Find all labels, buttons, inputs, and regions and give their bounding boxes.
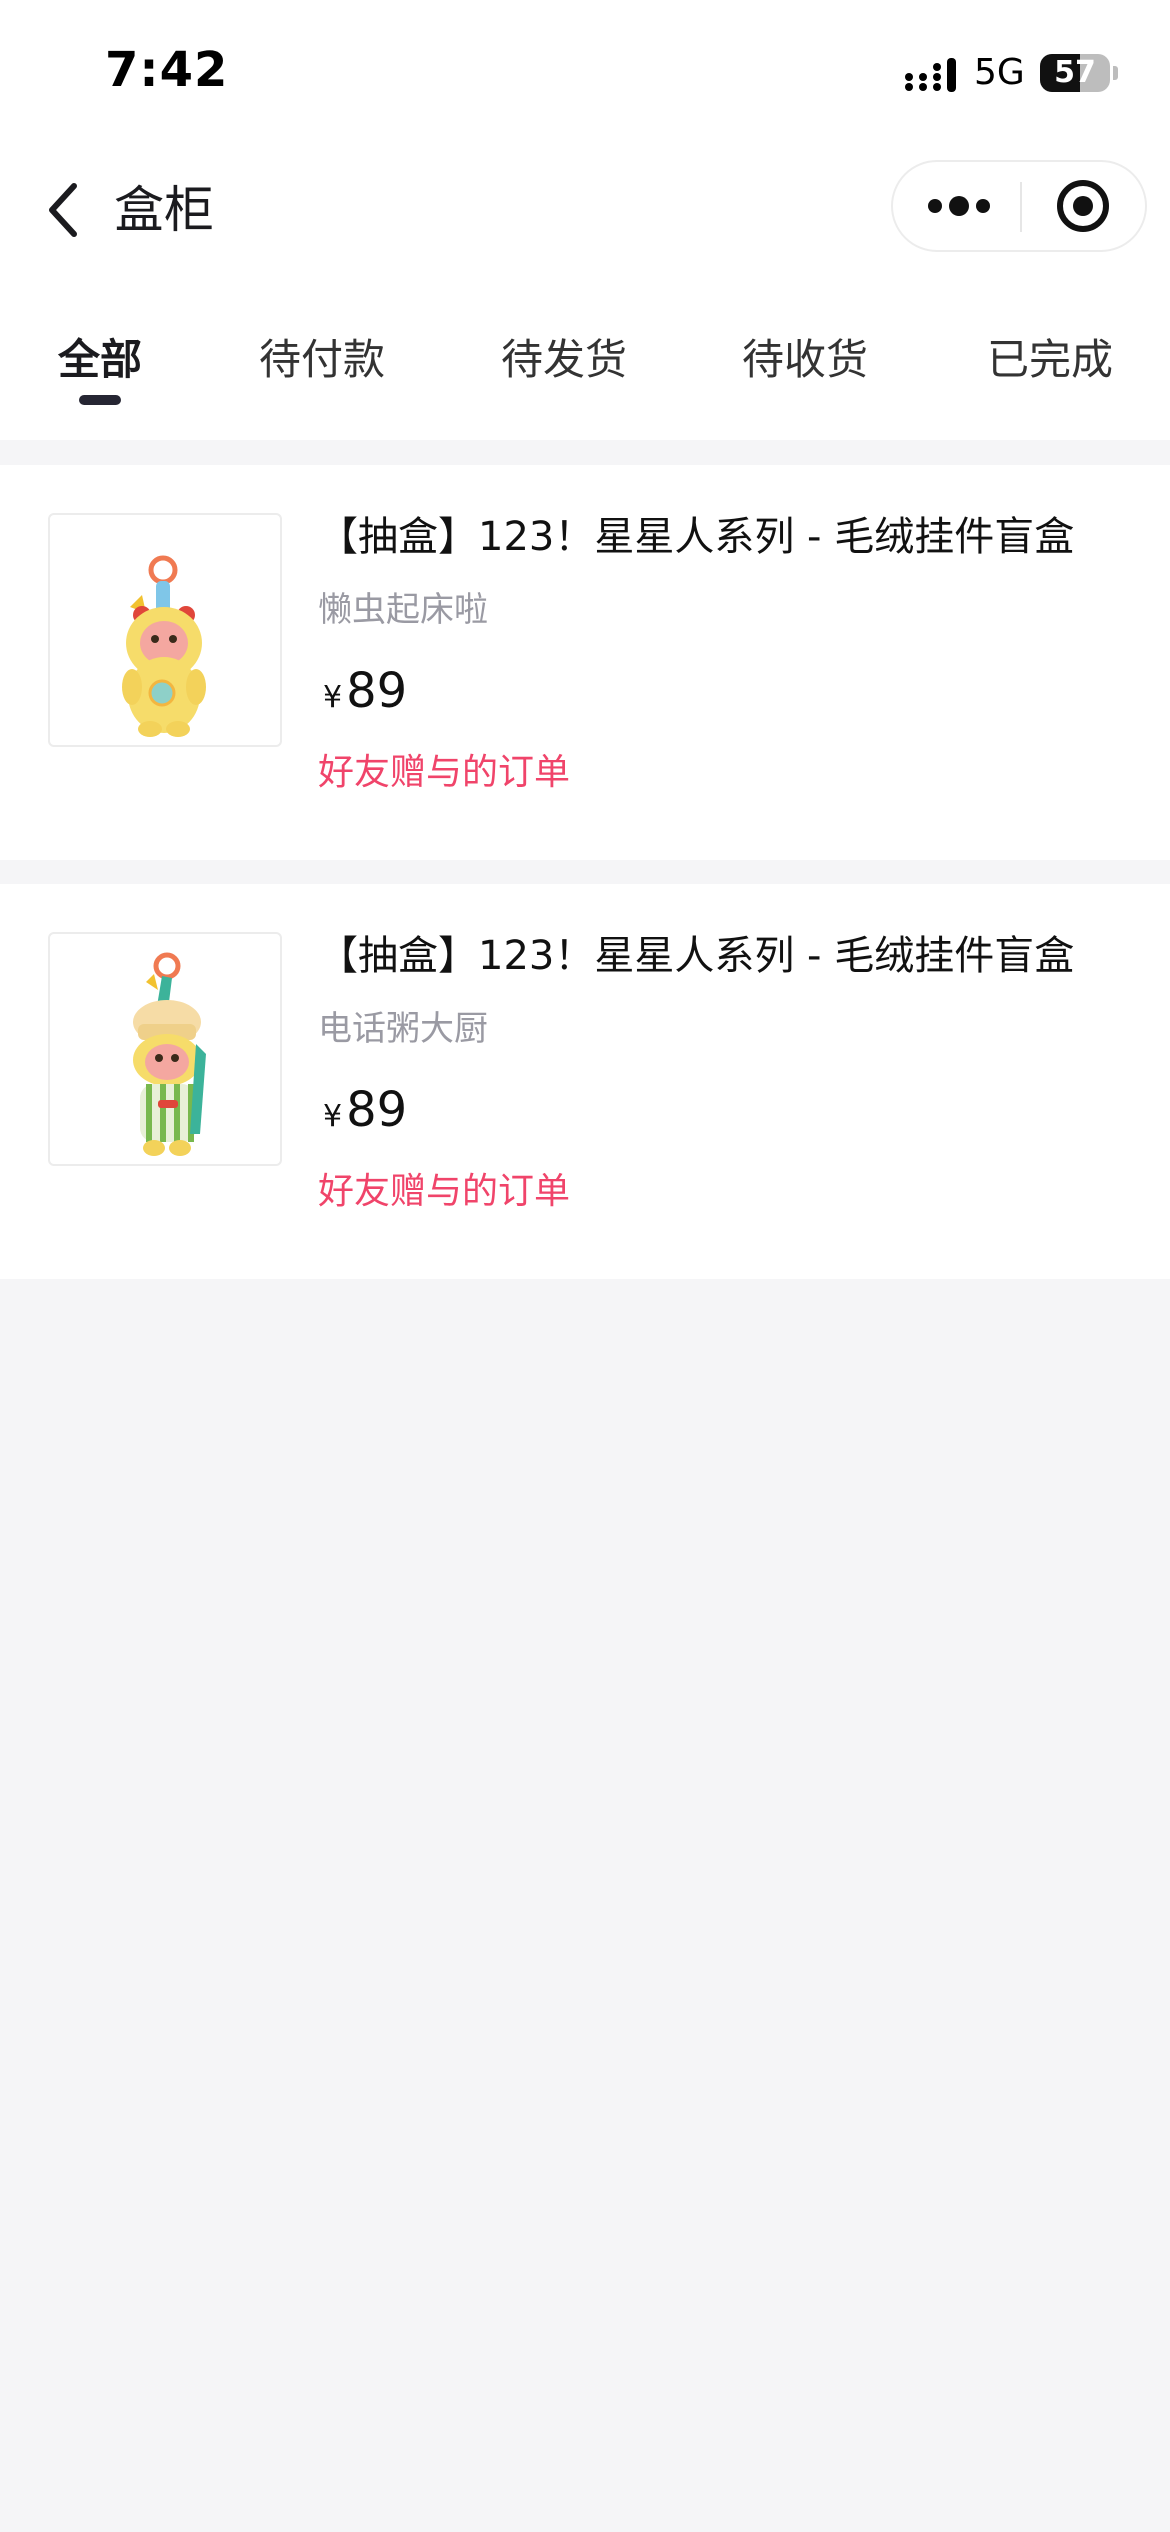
product-image xyxy=(48,932,282,1166)
tab-pending-receipt[interactable]: 待收货 xyxy=(742,330,868,390)
product-title: 【抽盒】123！星星人系列 - 毛绒挂件盲盒 xyxy=(318,514,1075,560)
nav-bar: 盒柜 xyxy=(0,150,1170,270)
currency-symbol: ¥ xyxy=(323,1099,343,1134)
plush-keychain-sleepy-image xyxy=(122,555,206,737)
status-time: 7:42 xyxy=(105,42,229,98)
price-amount: 89 xyxy=(346,663,408,719)
price-amount: 89 xyxy=(346,1082,408,1138)
product-variant: 懒虫起床啦 xyxy=(318,590,488,630)
product-variant: 电话粥大厨 xyxy=(318,1009,488,1049)
back-button[interactable] xyxy=(40,176,90,244)
more-button[interactable] xyxy=(915,178,1005,234)
gift-order-note: 好友赠与的订单 xyxy=(318,752,571,793)
mini-program-capsule xyxy=(891,160,1147,252)
battery-level: 57 xyxy=(1054,55,1096,90)
product-image xyxy=(48,513,282,747)
tab-completed[interactable]: 已完成 xyxy=(987,330,1113,390)
product-price: ¥89 xyxy=(323,661,407,732)
target-circle-icon xyxy=(1057,180,1109,232)
chevron-left-icon xyxy=(49,183,77,237)
tab-pending-payment[interactable]: 待付款 xyxy=(259,330,385,390)
currency-symbol: ¥ xyxy=(323,680,343,715)
capsule-divider xyxy=(1020,182,1022,232)
header-area: 7:42 5G 57 盒柜 全部 待付款 待发货 待收货 已完成 xyxy=(0,0,1170,440)
product-price: ¥89 xyxy=(323,1080,407,1151)
battery-cap xyxy=(1113,66,1118,80)
more-dots-icon xyxy=(928,196,990,216)
status-bar: 7:42 5G 57 xyxy=(0,0,1170,150)
order-status-tabs: 全部 待付款 待发货 待收货 已完成 xyxy=(0,310,1170,420)
order-card[interactable]: 【抽盒】123！星星人系列 - 毛绒挂件盲盒 懒虫起床啦 ¥89 好友赠与的订单 xyxy=(0,465,1170,860)
page-title: 盒柜 xyxy=(114,181,214,239)
close-button[interactable] xyxy=(1043,178,1123,234)
tab-all[interactable]: 全部 xyxy=(58,330,142,390)
gift-order-note: 好友赠与的订单 xyxy=(318,1171,571,1212)
product-title: 【抽盒】123！星星人系列 - 毛绒挂件盲盒 xyxy=(318,933,1075,979)
active-tab-indicator xyxy=(79,395,121,405)
signal-icon xyxy=(905,58,956,92)
order-card[interactable]: 【抽盒】123！星星人系列 - 毛绒挂件盲盒 电话粥大厨 ¥89 好友赠与的订单 xyxy=(0,884,1170,1279)
network-type: 5G xyxy=(974,52,1025,93)
tab-pending-shipment[interactable]: 待发货 xyxy=(501,330,627,390)
plush-keychain-chef-image xyxy=(133,952,206,1156)
battery-icon: 57 xyxy=(1040,54,1110,92)
